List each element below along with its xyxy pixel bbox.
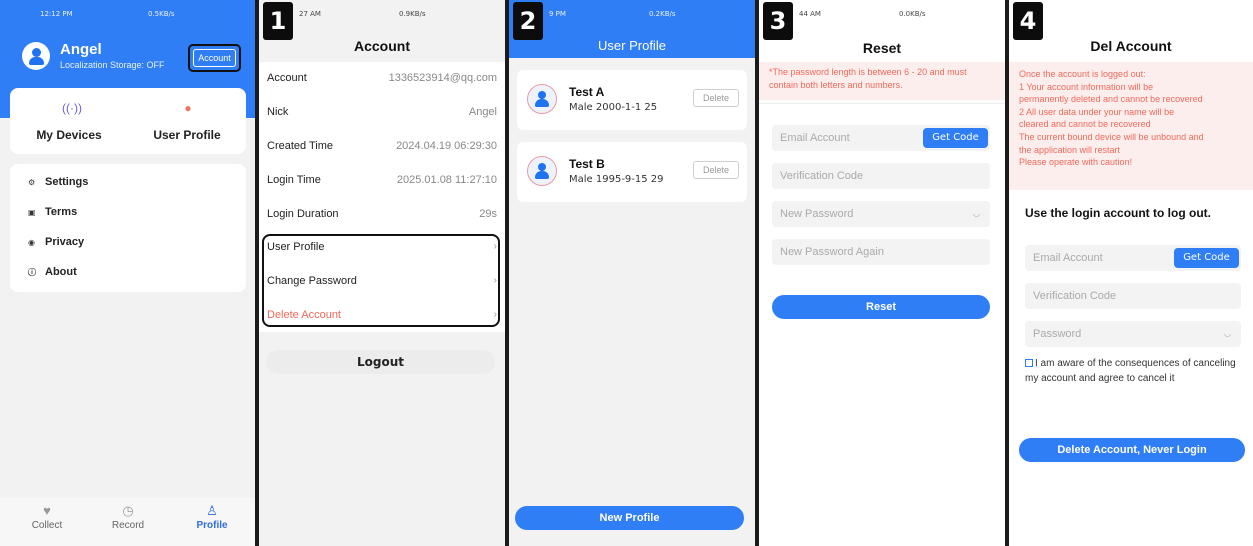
profile-name: Test B bbox=[569, 157, 605, 171]
tab-collect[interactable]: ♥ Collect bbox=[12, 502, 82, 531]
new-profile-button[interactable]: New Profile bbox=[515, 506, 744, 530]
avatar bbox=[527, 84, 557, 114]
person-icon: ♙ bbox=[206, 503, 218, 518]
reset-password-screen: 44 AM 0.0KB/s 3 Reset *The password leng… bbox=[759, 0, 1005, 546]
step-badge: 1 bbox=[263, 2, 293, 40]
reset-button[interactable]: Reset bbox=[772, 295, 990, 319]
email-field[interactable]: Email Account Get Code bbox=[1025, 245, 1241, 271]
email-field[interactable]: Email Account Get Code bbox=[772, 125, 990, 151]
profile-info: Male 1995-9-15 29 bbox=[569, 174, 664, 185]
status-time: 27 AM bbox=[299, 10, 321, 18]
info-row-duration: Login Duration 29s bbox=[267, 208, 497, 220]
my-devices-label: My Devices bbox=[36, 128, 102, 142]
get-code-button[interactable]: Get Code bbox=[923, 128, 988, 148]
password-field[interactable]: Password ◡ bbox=[1025, 321, 1241, 347]
info-icon: ⓘ bbox=[28, 268, 36, 277]
avatar[interactable] bbox=[22, 42, 50, 70]
delete-profile-button[interactable]: Delete bbox=[693, 161, 739, 179]
profile-name: Test A bbox=[569, 85, 605, 99]
page-title: User Profile bbox=[598, 38, 666, 53]
delete-profile-button[interactable]: Delete bbox=[693, 89, 739, 107]
password-rule-notice: *The password length is between 6 - 20 a… bbox=[759, 62, 1005, 100]
step-badge: 3 bbox=[763, 2, 793, 40]
status-network: 0.0KB/s bbox=[899, 10, 926, 18]
gear-icon: ⚙ bbox=[28, 178, 36, 187]
checkbox[interactable] bbox=[1025, 359, 1033, 368]
verification-code-field[interactable]: Verification Code bbox=[772, 163, 990, 189]
user-profile-label: User Profile bbox=[153, 128, 221, 142]
shield-icon: ◉ bbox=[28, 238, 35, 247]
menu-item-terms[interactable]: ▣ Terms bbox=[28, 206, 77, 226]
profile-screen: 12:12 PM 0.5KB/s Angel Localization Stor… bbox=[0, 0, 256, 546]
profile-info: Male 2000-1-1 25 bbox=[569, 102, 658, 113]
tab-record[interactable]: ◷ Record bbox=[93, 502, 163, 531]
info-row-created: Created Time 2024.04.19 06:29:30 bbox=[267, 140, 497, 152]
status-network: 0.9KB/s bbox=[399, 10, 426, 18]
consent-checkbox-row[interactable]: I am aware of the consequences of cancel… bbox=[1025, 356, 1241, 386]
heart-icon: ♥ bbox=[43, 503, 51, 518]
delete-warning: Once the account is logged out: 1 Your a… bbox=[1009, 62, 1253, 190]
page-title: Del Account bbox=[1090, 38, 1172, 54]
settings-menu: ⚙ Settings ▣ Terms ◉ Privacy ⓘ About bbox=[10, 164, 246, 292]
status-network: 0.5KB/s bbox=[148, 10, 175, 18]
quick-cards: ((·)) My Devices ● User Profile bbox=[10, 88, 246, 154]
new-password-field[interactable]: New Password ◡ bbox=[772, 201, 990, 227]
avatar bbox=[527, 156, 557, 186]
user-name: Angel bbox=[60, 41, 102, 58]
page-title: Reset bbox=[862, 40, 902, 56]
account-button[interactable]: Account bbox=[193, 49, 236, 67]
info-row-account: Account 1336523914@qq.com bbox=[267, 72, 497, 84]
status-time: 12:12 PM bbox=[40, 10, 73, 18]
document-icon: ▣ bbox=[28, 208, 36, 217]
verification-code-field[interactable]: Verification Code bbox=[1025, 283, 1241, 309]
status-time: 9 PM bbox=[549, 10, 566, 18]
get-code-button[interactable]: Get Code bbox=[1174, 248, 1239, 268]
page-title: Account bbox=[354, 38, 410, 54]
delete-account-screen: 4 Del Account Once the account is logged… bbox=[1009, 0, 1253, 546]
storage-status: Localization Storage: OFF bbox=[60, 60, 165, 70]
highlight-box: Account bbox=[188, 44, 241, 72]
account-screen: 27 AM 0.9KB/s 1 Account Account 133652391… bbox=[259, 0, 505, 546]
profile-card[interactable]: Test A Male 2000-1-1 25 Delete bbox=[517, 70, 747, 130]
status-network: 0.2KB/s bbox=[649, 10, 676, 18]
status-time: 44 AM bbox=[799, 10, 821, 18]
menu-item-about[interactable]: ⓘ About bbox=[28, 266, 77, 286]
divider bbox=[759, 103, 1005, 104]
bottom-tab-bar: ♥ Collect ◷ Record ♙ Profile bbox=[0, 498, 256, 546]
user-profile-screen: 9 PM 0.2KB/s 2 User Profile Test A Male … bbox=[509, 0, 755, 546]
user-profile-card[interactable]: ● User Profile bbox=[128, 88, 246, 154]
section-subtitle: Use the login account to log out. bbox=[1025, 206, 1211, 220]
tab-profile[interactable]: ♙ Profile bbox=[177, 502, 247, 531]
highlight-box bbox=[262, 234, 500, 327]
step-badge: 2 bbox=[513, 2, 543, 40]
my-devices-card[interactable]: ((·)) My Devices bbox=[10, 88, 128, 154]
wireless-icon: ((·)) bbox=[62, 101, 82, 115]
profile-card[interactable]: Test B Male 1995-9-15 29 Delete bbox=[517, 142, 747, 202]
delete-account-button[interactable]: Delete Account, Never Login bbox=[1019, 438, 1245, 462]
clock-icon: ◷ bbox=[122, 503, 134, 518]
step-badge: 4 bbox=[1013, 2, 1043, 40]
info-row-nick: Nick Angel bbox=[267, 106, 497, 118]
user-icon: ● bbox=[184, 101, 192, 115]
eye-closed-icon[interactable]: ◡ bbox=[973, 201, 980, 227]
consent-text: I am aware of the consequences of cancel… bbox=[1025, 358, 1236, 384]
eye-closed-icon[interactable]: ◡ bbox=[1224, 321, 1231, 347]
menu-item-settings[interactable]: ⚙ Settings bbox=[28, 176, 88, 196]
menu-item-privacy[interactable]: ◉ Privacy bbox=[28, 236, 84, 256]
logout-button[interactable]: Logout bbox=[266, 350, 495, 374]
confirm-password-field[interactable]: New Password Again bbox=[772, 239, 990, 265]
info-row-login-time: Login Time 2025.01.08 11:27:10 bbox=[267, 174, 497, 186]
